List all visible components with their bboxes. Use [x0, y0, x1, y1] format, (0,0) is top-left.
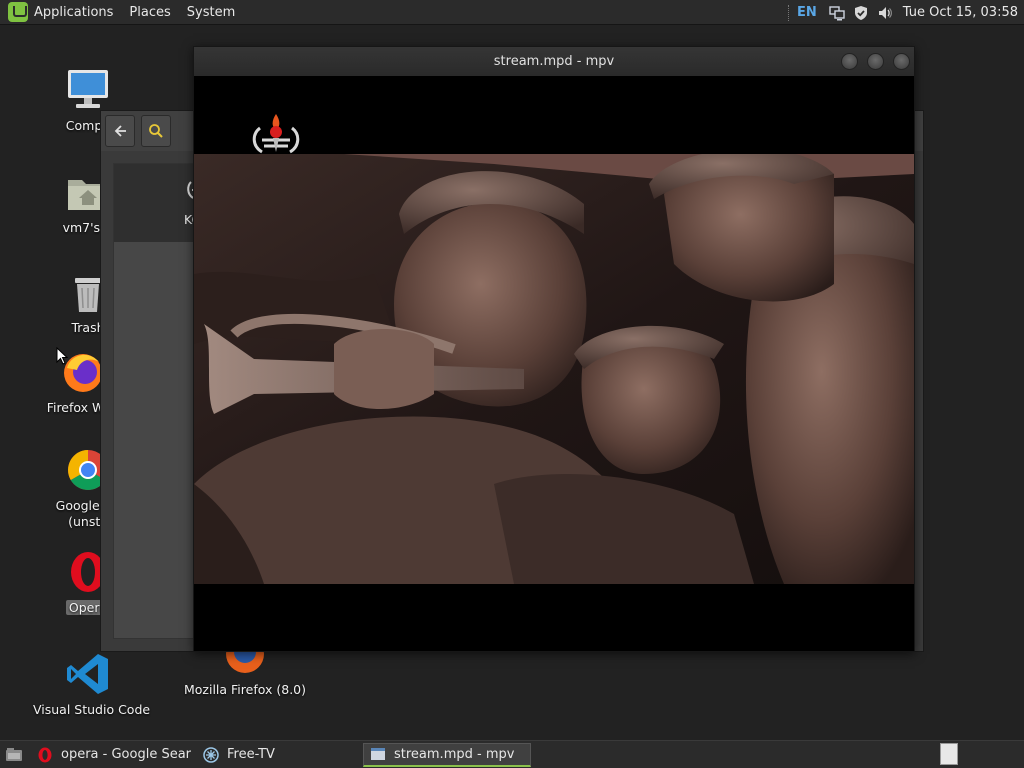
window-controls: [832, 53, 910, 70]
arrow-left-icon: [114, 125, 126, 137]
mouse-cursor-icon: [56, 347, 68, 365]
tray-separator: [788, 4, 790, 21]
minimize-button[interactable]: [841, 53, 858, 70]
video-frame: [194, 154, 914, 584]
mpv-titlebar[interactable]: stream.mpd - mpv: [194, 47, 914, 76]
close-button[interactable]: [893, 53, 910, 70]
video-area[interactable]: [194, 76, 914, 651]
show-desktop-button[interactable]: [3, 745, 25, 765]
desktop-icon-label: Mozilla Firefox (8.0): [183, 682, 307, 697]
menu-system[interactable]: System: [187, 5, 235, 20]
top-panel: Applications Places System EN Tue Oct 15…: [0, 0, 1024, 25]
maximize-button[interactable]: [867, 53, 884, 70]
menu-places[interactable]: Places: [129, 5, 170, 20]
mpv-window[interactable]: stream.mpd - mpv: [193, 46, 915, 652]
computer-icon: [64, 66, 112, 114]
desktop-icon-vscode[interactable]: Visual Studio Code: [33, 650, 151, 718]
search-icon: [149, 124, 163, 138]
taskbar-item-free-tv[interactable]: Free-TV: [197, 743, 357, 767]
show-desktop-icon: [6, 747, 22, 761]
network-icon[interactable]: [829, 5, 845, 21]
back-button[interactable]: [105, 115, 135, 147]
search-button[interactable]: [141, 115, 171, 147]
video-scene-image: [194, 154, 914, 584]
window-title: stream.mpd - mpv: [493, 54, 615, 69]
system-tray: EN Tue Oct 15, 03:58: [788, 0, 1024, 25]
desktop-icon-label: Visual Studio Code: [33, 702, 151, 717]
taskbar-item-opera[interactable]: opera - Google Sear...: [31, 743, 191, 767]
clock[interactable]: Tue Oct 15, 03:58: [903, 5, 1018, 20]
taskbar-item-label: stream.mpd - mpv: [394, 746, 515, 762]
volume-icon[interactable]: [877, 5, 893, 21]
keyboard-layout-indicator[interactable]: EN: [797, 5, 817, 20]
taskbar-item-label: Free-TV: [227, 747, 275, 762]
mint-menu-icon[interactable]: [8, 2, 28, 22]
taskbar-item-mpv[interactable]: stream.mpd - mpv: [363, 742, 531, 767]
workspace-switcher[interactable]: [940, 743, 958, 765]
update-shield-icon[interactable]: [853, 5, 869, 21]
taskbar-item-label: opera - Google Sear...: [61, 747, 191, 762]
opera-icon: [38, 747, 52, 762]
bottom-panel: opera - Google Sear... Free-TV stream.mp…: [0, 740, 1024, 768]
menu-applications[interactable]: Applications: [34, 5, 113, 20]
window-icon: [371, 748, 385, 760]
free-tv-icon: [203, 746, 219, 763]
channel-logo-icon: [252, 114, 300, 154]
vscode-icon: [64, 650, 112, 698]
